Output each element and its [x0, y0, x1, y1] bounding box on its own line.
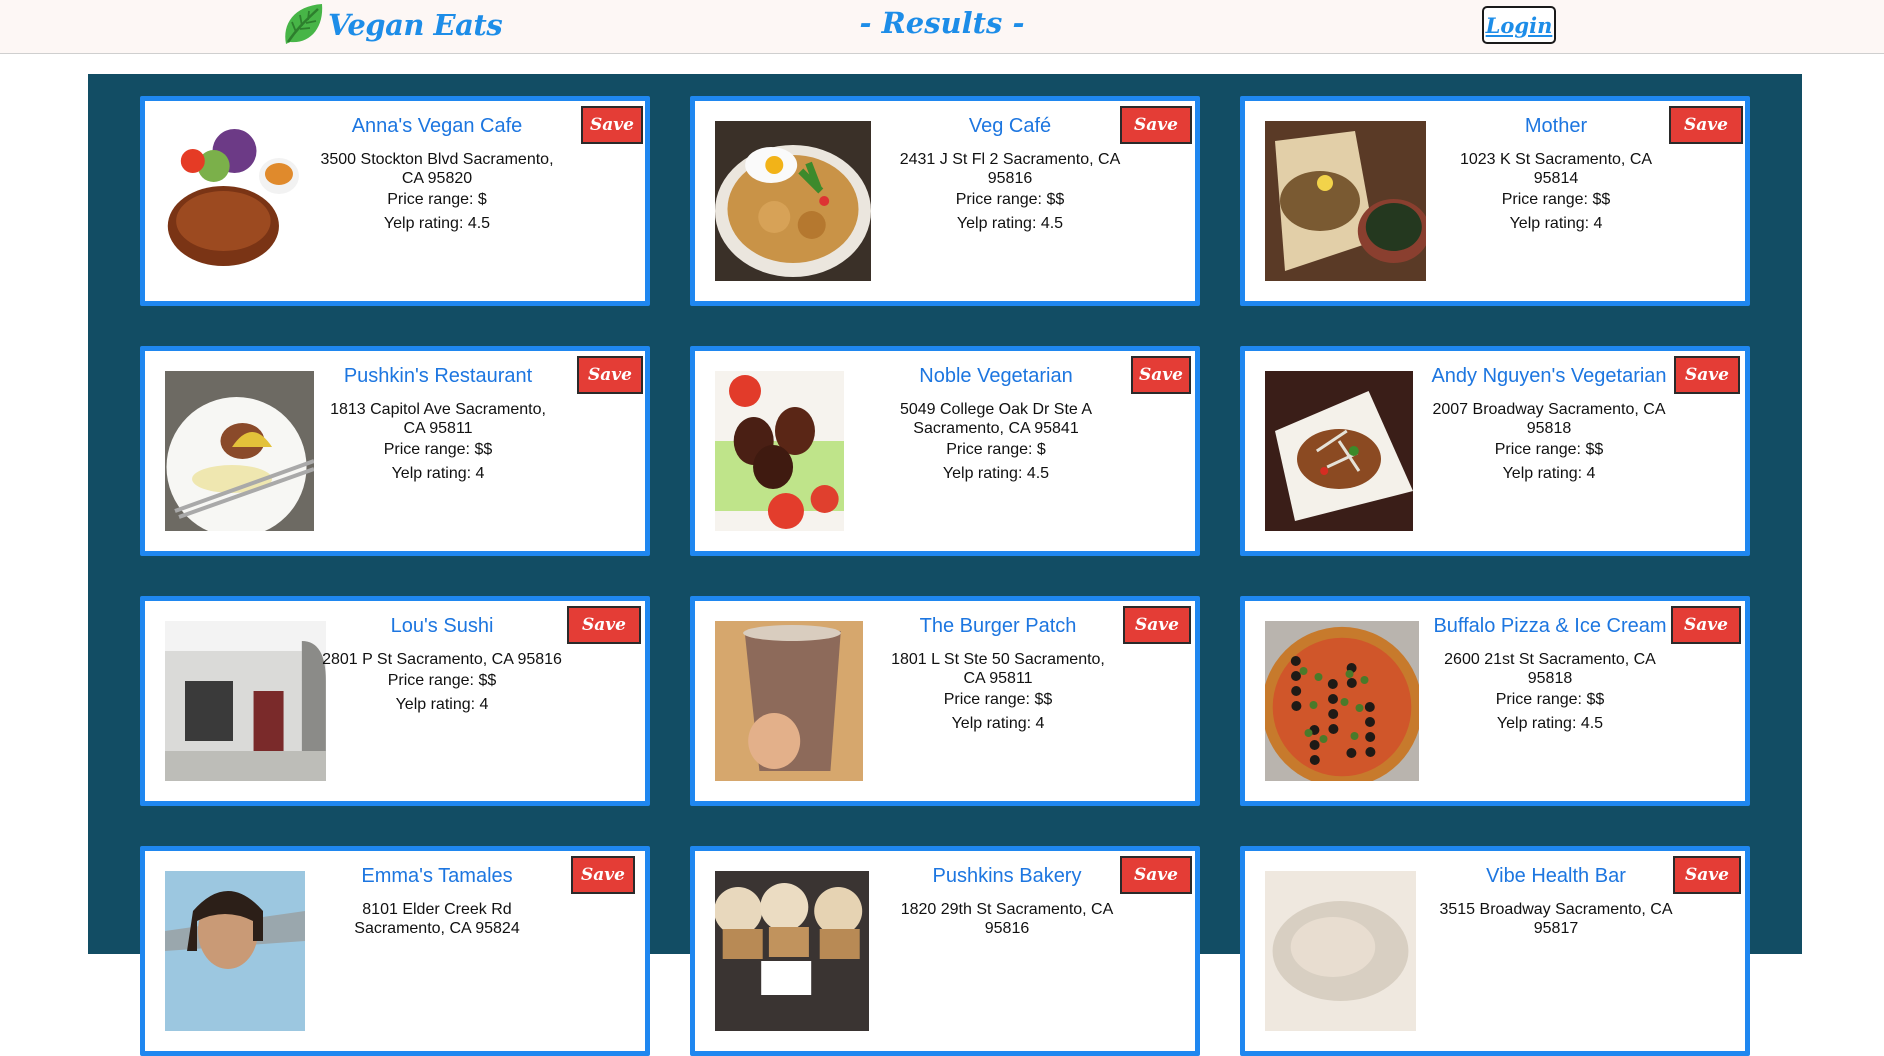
save-button[interactable]: Save [581, 106, 643, 144]
stir-fry-plate-icon [1265, 371, 1413, 531]
restaurant-address: 2801 P St Sacramento, CA 95816 [322, 651, 562, 668]
restaurant-info: Pushkin's Restaurant 1813 Capitol Ave Sac… [313, 365, 563, 486]
save-button[interactable]: Save [1671, 606, 1741, 644]
restaurant-address: 8101 Elder Creek Rd Sacramento, CA 95824 [354, 901, 520, 937]
restaurant-address: 5049 College Oak Dr Ste A Sacramento, CA… [899, 401, 1093, 437]
restaurant-address: 1813 Capitol Ave Sacramento, CA 95811 [330, 401, 546, 437]
restaurant-name[interactable]: Vibe Health Bar [1431, 865, 1681, 888]
restaurant-address: 2600 21st St Sacramento, CA 95818 [1444, 651, 1656, 687]
restaurant-info: Vibe Health Bar 3515 Broadway Sacramento,… [1431, 865, 1681, 938]
save-button[interactable]: Save [1123, 606, 1191, 644]
price-range: Price range: $$ [383, 441, 493, 458]
restaurant-info: Mother 1023 K St Sacramento, CA 95814 Pric… [1431, 115, 1681, 236]
restaurant-card: Andy Nguyen's Vegetarian 2007 Broadway Sa… [1240, 346, 1750, 556]
restaurant-card: Vibe Health Bar 3515 Broadway Sacramento,… [1240, 846, 1750, 1056]
restaurant-name[interactable]: Pushkins Bakery [882, 865, 1132, 888]
restaurant-name[interactable]: Anna's Vegan Cafe [312, 115, 562, 138]
potato-bowl-with-egg-icon [715, 121, 871, 281]
restaurant-name[interactable]: Noble Vegetarian [871, 365, 1121, 388]
save-button[interactable]: Save [1120, 856, 1192, 894]
save-button[interactable]: Save [1120, 106, 1192, 144]
price-range: Price range: $$ [387, 672, 497, 689]
restaurant-info: Emma's Tamales 8101 Elder Creek Rd Sacram… [312, 865, 562, 938]
price-range: Price range: $$ [943, 691, 1053, 708]
yelp-rating: Yelp rating: 4 [395, 696, 489, 713]
chocolate-shake-icon [715, 621, 863, 781]
yelp-rating: Yelp rating: 4.5 [1496, 715, 1604, 732]
price-range: Price range: $$ [1494, 441, 1604, 458]
restaurant-card: Noble Vegetarian 5049 College Oak Dr Ste … [690, 346, 1200, 556]
restaurant-card: Anna's Vegan Cafe 3500 Stockton Blvd Sacr… [140, 96, 650, 306]
restaurant-card: Emma's Tamales 8101 Elder Creek Rd Sacram… [140, 846, 650, 1056]
restaurant-card: Mother 1023 K St Sacramento, CA 95814 Pric… [1240, 96, 1750, 306]
restaurant-name[interactable]: Andy Nguyen's Vegetarian [1424, 365, 1674, 388]
restaurant-name[interactable]: Veg Café [885, 115, 1135, 138]
restaurant-info: The Burger Patch 1801 L St Ste 50 Sacrame… [873, 615, 1123, 736]
storefront-icon [165, 621, 326, 781]
brand-logo[interactable]: Vegan Eats [278, 0, 503, 50]
restaurant-card: Pushkin's Restaurant 1813 Capitol Ave Sac… [140, 346, 650, 556]
restaurant-name[interactable]: The Burger Patch [873, 615, 1123, 638]
restaurant-card: Buffalo Pizza & Ice Cream 2600 21st St Sa… [1240, 596, 1750, 806]
restaurant-info: Pushkins Bakery 1820 29th St Sacramento, … [882, 865, 1132, 938]
steak-with-salad-icon [165, 121, 304, 281]
restaurant-name[interactable]: Mother [1431, 115, 1681, 138]
yelp-rating: Yelp rating: 4 [951, 715, 1045, 732]
login-button[interactable]: Login [1482, 6, 1556, 44]
fried-balls-on-lettuce-icon [715, 371, 844, 531]
yelp-rating: Yelp rating: 4 [1502, 465, 1596, 482]
restaurant-address: 1801 L St Ste 50 Sacramento, CA 95811 [891, 651, 1105, 687]
restaurant-name[interactable]: Emma's Tamales [312, 865, 562, 888]
price-range: Price range: $$ [955, 191, 1065, 208]
restaurant-address: 2007 Broadway Sacramento, CA 95818 [1432, 401, 1666, 437]
price-range: Price range: $$ [1495, 691, 1605, 708]
save-button[interactable]: Save [571, 856, 635, 894]
save-button[interactable]: Save [1131, 356, 1191, 394]
restaurant-address: 1820 29th St Sacramento, CA 95816 [900, 901, 1114, 937]
restaurant-name[interactable]: Lou's Sushi [317, 615, 567, 638]
save-button[interactable]: Save [567, 606, 641, 644]
save-button[interactable]: Save [1669, 106, 1743, 144]
pizza-icon [1265, 621, 1419, 781]
save-button[interactable]: Save [1674, 356, 1740, 394]
restaurant-address: 2431 J St Fl 2 Sacramento, CA 95816 [899, 151, 1121, 187]
app-header: Vegan Eats - Results - Login [0, 0, 1884, 54]
restaurant-address: 3500 Stockton Blvd Sacramento, CA 95820 [320, 151, 554, 187]
restaurant-info: Noble Vegetarian 5049 College Oak Dr Ste … [871, 365, 1121, 486]
yelp-rating: Yelp rating: 4.5 [942, 465, 1050, 482]
restaurant-address: 1023 K St Sacramento, CA 95814 [1459, 151, 1653, 187]
restaurant-card: Veg Café 2431 J St Fl 2 Sacramento, CA 95… [690, 96, 1200, 306]
restaurant-name[interactable]: Buffalo Pizza & Ice Cream [1425, 615, 1675, 638]
bowl-icon [1265, 871, 1416, 1031]
yelp-rating: Yelp rating: 4.5 [956, 215, 1064, 232]
results-panel: Anna's Vegan Cafe 3500 Stockton Blvd Sacr… [88, 74, 1802, 1056]
restaurant-name[interactable]: Pushkin's Restaurant [313, 365, 563, 388]
save-button[interactable]: Save [1673, 856, 1741, 894]
restaurant-card: Pushkins Bakery 1820 29th St Sacramento, … [690, 846, 1200, 1056]
cupcakes-icon [715, 871, 869, 1031]
save-button[interactable]: Save [577, 356, 643, 394]
plated-dish-with-fork-icon [165, 371, 314, 531]
grain-dish-with-greens-icon [1265, 121, 1426, 281]
person-portrait-icon [165, 871, 305, 1031]
restaurant-info: Andy Nguyen's Vegetarian 2007 Broadway Sa… [1424, 365, 1674, 486]
restaurant-info: Buffalo Pizza & Ice Cream 2600 21st St Sa… [1425, 615, 1675, 736]
brand-name[interactable]: Vegan Eats [328, 8, 503, 42]
price-range: Price range: $$ [1501, 191, 1611, 208]
restaurant-card: Lou's Sushi 2801 P St Sacramento, CA 9581… [140, 596, 650, 806]
restaurant-info: Lou's Sushi 2801 P St Sacramento, CA 9581… [317, 615, 567, 717]
yelp-rating: Yelp rating: 4 [1509, 215, 1603, 232]
yelp-rating: Yelp rating: 4.5 [383, 215, 491, 232]
price-range: Price range: $ [946, 441, 1046, 458]
price-range: Price range: $ [387, 191, 487, 208]
leaf-icon [278, 0, 328, 50]
restaurant-address: 3515 Broadway Sacramento, CA 95817 [1439, 901, 1673, 937]
restaurant-info: Anna's Vegan Cafe 3500 Stockton Blvd Sacr… [312, 115, 562, 236]
restaurant-info: Veg Café 2431 J St Fl 2 Sacramento, CA 95… [885, 115, 1135, 236]
yelp-rating: Yelp rating: 4 [391, 465, 485, 482]
restaurant-card: The Burger Patch 1801 L St Ste 50 Sacrame… [690, 596, 1200, 806]
